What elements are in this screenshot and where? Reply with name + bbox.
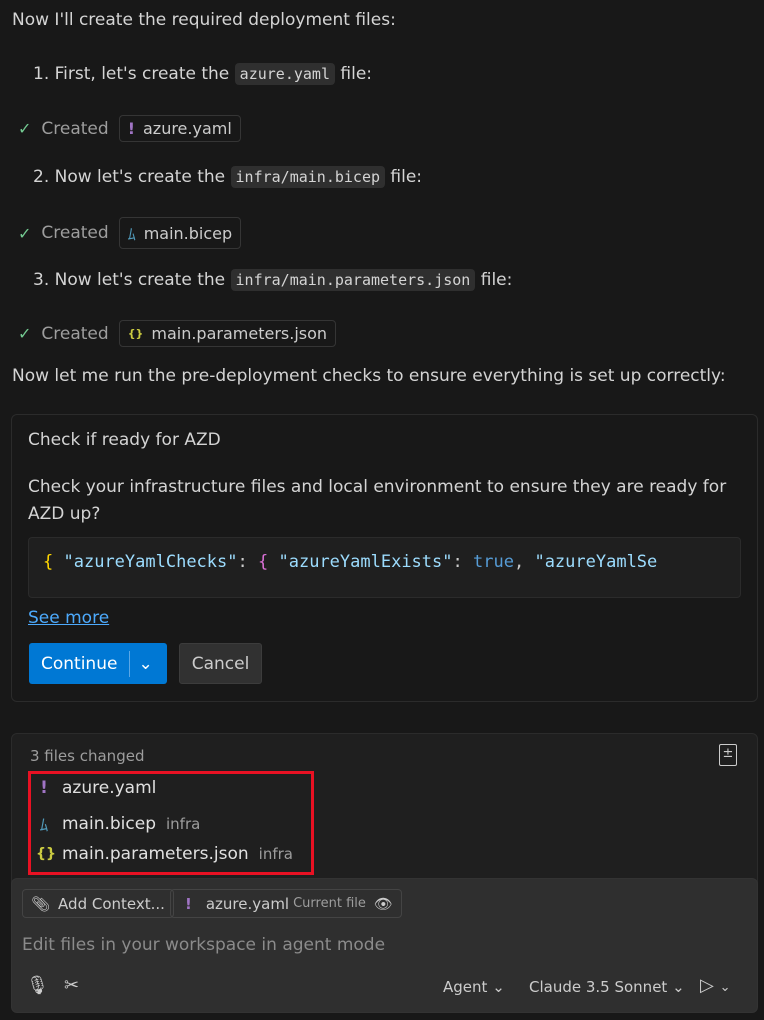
file-name: azure.yaml — [142, 119, 232, 138]
chevron-down-icon[interactable]: ⌄ — [129, 650, 153, 677]
file-chip-main-parameters-json[interactable]: {} main.parameters.json — [118, 320, 337, 347]
add-context-button[interactable]: 📎︎ Add Context... — [22, 889, 174, 918]
step-2: 2. Now let's create the infra/main.bicep… — [33, 166, 423, 188]
eye-icon[interactable]: 👁︎ — [374, 895, 393, 913]
code-token: "azureYamlSe — [534, 552, 658, 572]
code-token: "azureYamlChecks" — [63, 552, 238, 572]
file-chip-main-bicep[interactable]: ﾑ main.bicep — [118, 217, 242, 249]
tools-icon[interactable]: ✂︎ — [64, 975, 79, 996]
chevron-down-icon: ⌄ — [672, 978, 685, 996]
step-text: 2. Now let's create the — [33, 167, 226, 187]
chat-input-box: 📎︎ Add Context... ! azure.yaml Current file… — [11, 878, 758, 1013]
file-name: main.bicep — [143, 223, 233, 243]
see-more-link[interactable]: See more — [28, 608, 109, 628]
yaml-file-icon: ! — [127, 119, 135, 138]
file-name: main.parameters.json — [151, 324, 328, 343]
code-token: : — [237, 552, 248, 572]
code-token: , — [513, 552, 525, 572]
cancel-button[interactable]: Cancel — [179, 643, 262, 684]
mode-label: Agent — [443, 978, 488, 996]
outro-text: Now let me run the pre-deployment checks… — [12, 366, 726, 386]
chevron-down-icon: ⌄ — [492, 978, 505, 996]
step-text: 1. First, let's create the — [33, 64, 230, 84]
files-changed-summary: 3 files changed — [30, 747, 145, 765]
step-text: file: — [390, 167, 423, 187]
code-token: : — [452, 552, 463, 572]
step-text: file: — [340, 64, 373, 84]
step-3: 3. Now let's create the infra/main.param… — [33, 269, 513, 291]
confirm-description: Check your infrastructure files and loca… — [28, 477, 727, 524]
file-dir: infra — [166, 814, 201, 833]
json-file-icon: {} — [36, 846, 56, 862]
created-label: Created — [41, 323, 109, 344]
changed-files-panel: 3 files changed ± ! azure.yaml ﾑ main.bice… — [11, 733, 758, 893]
yaml-file-icon: ! — [185, 894, 192, 913]
view-changes-icon[interactable]: ± — [719, 744, 737, 766]
chevron-down-icon[interactable]: ⌄ — [720, 980, 731, 995]
inline-code: infra/main.parameters.json — [230, 269, 476, 291]
confirm-title: Check if ready for AZD — [28, 430, 221, 450]
created-row: ✓ Created {} main.parameters.json — [18, 320, 337, 347]
code-token: "azureYamlExists" — [278, 552, 453, 572]
intro-text: Now I'll create the required deployment … — [12, 10, 396, 30]
file-chip-azure-yaml[interactable]: ! azure.yaml — [118, 115, 241, 142]
created-label: Created — [41, 118, 109, 139]
file-name: main.parameters.json — [62, 844, 249, 864]
created-label: Created — [41, 223, 109, 243]
code-token: { — [258, 552, 269, 572]
bicep-file-icon: ﾑ — [127, 225, 136, 244]
step-text: file: — [480, 270, 513, 290]
check-icon: ✓ — [18, 324, 32, 343]
inline-code: azure.yaml — [234, 63, 335, 85]
current-file-chip[interactable]: ! azure.yaml Current file 👁︎ — [170, 889, 402, 918]
send-button[interactable]: ▷ ⌄ — [700, 975, 730, 996]
json-file-icon: {} — [127, 327, 144, 340]
chat-input[interactable]: Edit files in your workspace in agent mo… — [22, 935, 385, 955]
inline-code: infra/main.bicep — [230, 166, 386, 188]
current-file-label: Current file — [293, 896, 366, 911]
model-picker[interactable]: Claude 3.5 Sonnet ⌄ — [529, 978, 685, 996]
send-icon: ▷ — [700, 975, 714, 996]
file-name: azure.yaml — [205, 894, 290, 913]
code-token: true — [473, 552, 514, 572]
step-text: 3. Now let's create the — [33, 270, 226, 290]
continue-label: Continue — [41, 653, 118, 674]
file-name: main.bicep — [62, 813, 156, 834]
bicep-file-icon: ﾑ — [39, 816, 49, 836]
file-name: azure.yaml — [62, 778, 157, 798]
check-icon: ✓ — [18, 223, 32, 243]
code-block: { "azureYamlChecks": { "azureYamlExists"… — [28, 537, 741, 598]
created-row: ✓ Created! azure.yaml — [18, 115, 241, 142]
check-icon: ✓ — [18, 119, 32, 138]
file-dir: infra — [258, 845, 293, 863]
microphone-icon[interactable]: 🎙︎ — [26, 975, 49, 996]
add-context-label: Add Context... — [58, 894, 165, 913]
confirmation-card: Check if ready for AZD Check your infras… — [11, 414, 758, 702]
created-row: ✓ Created ﾑ main.bicep — [18, 217, 242, 249]
model-label: Claude 3.5 Sonnet — [529, 978, 668, 996]
step-1: 1. First, let's create the azure.yaml fi… — [33, 63, 373, 85]
mode-picker[interactable]: Agent ⌄ — [443, 978, 505, 996]
paperclip-icon: 📎︎ — [31, 894, 51, 913]
changed-file-item[interactable]: {} main.parameters.json infra — [36, 844, 293, 864]
continue-button[interactable]: Continue ⌄ — [29, 643, 167, 684]
code-token: { — [43, 552, 54, 572]
changed-file-item[interactable]: ! azure.yaml — [36, 778, 156, 798]
yaml-file-icon: ! — [40, 778, 48, 798]
changed-file-item[interactable]: ﾑ main.bicep infra — [36, 811, 201, 837]
